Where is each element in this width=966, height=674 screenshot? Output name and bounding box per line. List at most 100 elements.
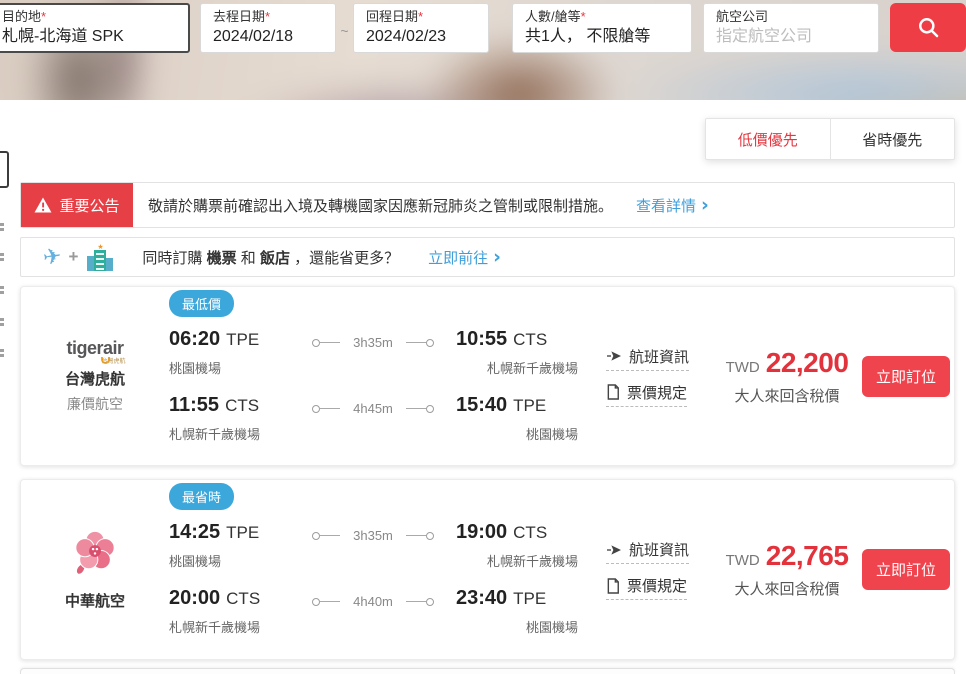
airline-input[interactable] [716, 25, 866, 49]
arrival-airport-code: TPE [513, 589, 546, 608]
flight-info-icon [606, 542, 622, 558]
cutoff-left-fragment [0, 251, 5, 263]
cutoff-left-panel-edge [0, 151, 9, 188]
lowest-price-badge: 最低價 [169, 290, 234, 317]
book-now-button[interactable]: 立即訂位 [862, 549, 950, 590]
return-segment: 20:00CTS 札幌新千歲機場 4h40m 23:40TPE 桃園機場 [169, 587, 561, 636]
departure-airport-name: 桃園機場 [169, 551, 291, 570]
plus-icon: + [68, 247, 78, 267]
currency-label: TWD [726, 359, 760, 376]
departure-time: 06:20 [169, 328, 220, 350]
arrival-airport-code: CTS [513, 330, 547, 349]
promo-bar: ✈ + ★ 同時訂購 機票 和 飯店 ，還能省更多？ 立即前往› [20, 237, 955, 277]
hero-photo: 目的地* 札幌-北海道 SPK 去程日期* 2024/02/18 ~ 回程日期*… [0, 0, 966, 100]
arrival-time: 23:40 [456, 587, 507, 609]
notice-text: 敬請於購票前確認出入境及轉機國家因應新冠肺炎之管制或限制措施。 [148, 195, 613, 216]
return-date-label: 回程日期* [366, 9, 476, 25]
return-date-field[interactable]: 回程日期* 2024/02/23 [353, 3, 489, 53]
airline-field[interactable]: 航空公司 [703, 3, 879, 53]
duration-text: 3h35m [353, 528, 393, 543]
departure-airport-name: 桃園機場 [169, 358, 291, 377]
arrival-airport-name: 札幌新千歲機場 [456, 358, 578, 377]
airline-label: 航空公司 [716, 9, 866, 25]
cutoff-left-fragment [0, 221, 5, 233]
duration-text: 3h35m [353, 335, 393, 350]
search-bar: 目的地* 札幌-北海道 SPK 去程日期* 2024/02/18 ~ 回程日期*… [0, 3, 966, 53]
arrival-airport-code: TPE [513, 396, 546, 415]
search-button[interactable] [890, 3, 966, 52]
departure-airport-name: 札幌新千歲機場 [169, 424, 291, 443]
airline-name: 台灣虎航 [21, 368, 169, 389]
price-amount: 22,765 [766, 540, 849, 572]
arrival-time: 19:00 [456, 521, 507, 543]
plane-icon: ✈ [42, 245, 63, 269]
outbound-segment: 14:25TPE 桃園機場 3h35m 19:00CTS 札幌新千歲機場 [169, 521, 561, 570]
arrival-time: 15:40 [456, 394, 507, 416]
departure-airport-code: CTS [226, 589, 260, 608]
arrival-airport-name: 札幌新千歲機場 [456, 551, 578, 570]
tigerair-logo: tigerair 台灣虎航 [66, 338, 123, 359]
arrival-airport-name: 桃園機場 [456, 424, 578, 443]
arrival-airport-name: 桃園機場 [456, 617, 578, 636]
arrival-airport-code: CTS [513, 523, 547, 542]
destination-value: 札幌-北海道 SPK [2, 25, 176, 49]
cutoff-left-fragment [0, 284, 5, 296]
china-airlines-logo [72, 528, 118, 576]
notice-detail-link[interactable]: 查看詳情› [636, 195, 709, 216]
fare-rules-link[interactable]: 票價規定 [606, 382, 687, 407]
tab-price-first[interactable]: 低價優先 [706, 119, 830, 159]
duration-indicator: 4h45m [297, 401, 449, 416]
flight-info-icon [606, 348, 622, 364]
depart-date-field[interactable]: 去程日期* 2024/02/18 [200, 3, 336, 53]
passengers-cabin-field[interactable]: 人數/艙等* 共1人， 不限艙等 [512, 3, 692, 53]
return-date-value: 2024/02/23 [366, 25, 476, 49]
price-amount: 22,200 [766, 347, 849, 379]
currency-label: TWD [726, 552, 760, 569]
cutoff-left-fragment [0, 316, 5, 328]
document-icon [606, 578, 620, 594]
price-note: 大人來回含稅價 [724, 578, 850, 599]
departure-time: 11:55 [169, 394, 219, 416]
return-segment: 11:55CTS 札幌新千歲機場 4h45m 15:40TPE 桃園機場 [169, 394, 561, 443]
airline-name: 中華航空 [21, 590, 169, 611]
passengers-cabin-label: 人數/艙等* [525, 9, 679, 25]
notice-badge: 重要公告 [21, 183, 133, 227]
document-icon [606, 384, 620, 400]
hotel-icon: ★ [85, 244, 115, 271]
passengers-cabin-value: 共1人， 不限艙等 [525, 25, 679, 49]
cutoff-left-fragment [0, 347, 5, 359]
warning-icon [34, 197, 52, 213]
departure-airport-code: TPE [226, 523, 259, 542]
depart-date-value: 2024/02/18 [213, 25, 323, 49]
next-card-edge [20, 668, 955, 674]
destination-field[interactable]: 目的地* 札幌-北海道 SPK [0, 3, 190, 53]
fastest-badge: 最省時 [169, 483, 234, 510]
depart-date-label: 去程日期* [213, 9, 323, 25]
departure-airport-code: TPE [226, 330, 259, 349]
search-icon [915, 14, 942, 41]
tab-time-first[interactable]: 省時優先 [830, 119, 955, 159]
notice-badge-label: 重要公告 [59, 195, 119, 216]
departure-airport-code: CTS [225, 396, 259, 415]
flight-card-china-airlines: 中華航空 最省時 14:25 TPE 桃園機場 3h35m 19:00 CTS [20, 479, 955, 660]
flight-info-link[interactable]: 航班資訊 [606, 539, 689, 564]
duration-indicator: 4h40m [297, 594, 449, 609]
flight-card-tigerair: tigerair 台灣虎航 台灣虎航 廉價航空 最低價 06:20 TPE 桃園機… [20, 286, 955, 466]
departure-airport-name: 札幌新千歲機場 [169, 617, 291, 636]
duration-text: 4h40m [353, 594, 393, 609]
duration-text: 4h45m [353, 401, 393, 416]
chevron-right-icon: › [701, 198, 709, 212]
notice-bar: 重要公告 敬請於購票前確認出入境及轉機國家因應新冠肺炎之管制或限制措施。 查看詳… [20, 182, 955, 228]
book-now-button[interactable]: 立即訂位 [862, 356, 950, 397]
promo-go-link[interactable]: 立即前往› [428, 247, 501, 268]
promo-text: 同時訂購 機票 和 飯店 ，還能省更多？ [142, 247, 399, 268]
sort-tabs: 低價優先 省時優先 [705, 118, 955, 160]
arrival-time: 10:55 [456, 328, 507, 350]
departure-time: 14:25 [169, 521, 220, 543]
flight-info-link[interactable]: 航班資訊 [606, 346, 689, 371]
destination-label: 目的地* [2, 9, 176, 25]
fare-rules-link[interactable]: 票價規定 [606, 575, 687, 600]
duration-indicator: 3h35m [297, 528, 449, 543]
airline-subtitle: 廉價航空 [21, 394, 169, 414]
duration-indicator: 3h35m [297, 335, 449, 350]
